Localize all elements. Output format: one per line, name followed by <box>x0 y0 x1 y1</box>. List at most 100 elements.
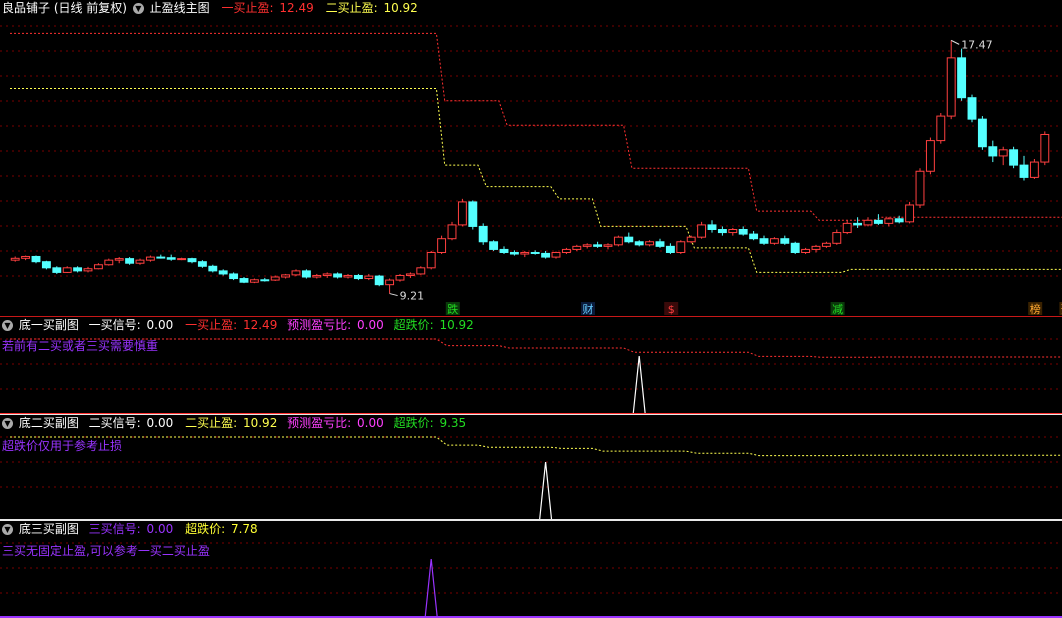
candle-body <box>83 268 93 272</box>
candle-body <box>665 245 675 253</box>
candle-body <box>905 204 915 223</box>
candle-body <box>884 218 894 224</box>
candle-body <box>197 261 207 267</box>
candle-body <box>21 255 31 259</box>
candle-body <box>769 238 779 244</box>
candle-body <box>977 118 987 148</box>
event-marker: 减 <box>832 303 843 316</box>
candle-body <box>686 236 696 243</box>
candle-body <box>967 97 977 120</box>
candle-body <box>1009 149 1019 166</box>
candle-body <box>842 222 852 234</box>
candle-body <box>634 241 644 246</box>
candle-body <box>676 241 686 253</box>
candle-body <box>863 219 873 226</box>
candle-body <box>530 251 540 254</box>
low-pointer <box>389 293 398 297</box>
candle-body <box>738 229 748 235</box>
take-profit-1-line <box>10 32 1062 221</box>
candle-body <box>312 274 322 278</box>
sub1-pane[interactable]: ▼ 底一买副图 一买信号: 0.00 一买止盈: 12.49 预测盈亏比: 0.… <box>0 317 1062 415</box>
candle-body <box>572 245 582 250</box>
candle-body <box>343 274 353 278</box>
candle-body <box>957 57 967 99</box>
high-price-label: 17.47 <box>961 38 993 51</box>
candle-body <box>166 257 176 260</box>
candle-body <box>114 258 124 261</box>
candle-body <box>426 251 436 269</box>
candle-body <box>717 229 727 234</box>
candle-body <box>707 224 717 231</box>
signal-spike <box>632 355 646 415</box>
candle-body <box>1019 164 1029 178</box>
event-marker: $ <box>668 303 675 316</box>
candle-body <box>749 233 759 240</box>
candle-body <box>405 273 415 276</box>
high-pointer <box>950 39 960 45</box>
candle-body <box>208 265 218 272</box>
candle-body <box>811 245 821 250</box>
candle-body <box>374 275 384 286</box>
stop-line <box>10 338 1062 358</box>
stop-line <box>10 436 1062 457</box>
candle-body <box>624 236 634 243</box>
main-chart-pane[interactable]: 良品铺子 (日线 前复权) ▼ 止盈线主图 一买止盈: 12.49 二买止盈: … <box>0 0 1062 316</box>
candle-body <box>249 279 259 283</box>
candle-body <box>697 224 707 238</box>
candle-body <box>62 267 72 273</box>
candle-body <box>135 259 145 264</box>
candle-body <box>853 222 863 226</box>
candle-body <box>582 244 592 247</box>
candle-body <box>541 252 551 258</box>
event-marker: 财 <box>583 302 594 316</box>
candle-body <box>145 256 155 261</box>
candle-body <box>946 57 956 117</box>
candle-body <box>801 248 811 253</box>
sub2-signal-chart[interactable] <box>0 415 1062 521</box>
candle-body <box>93 264 103 270</box>
candlestick-chart[interactable]: 17.479.21跌财$减榜预涨 <box>0 0 1062 316</box>
candle-body <box>322 273 332 276</box>
sub1-signal-chart[interactable] <box>0 317 1062 415</box>
candle-body <box>437 238 447 253</box>
candle-body <box>499 248 509 253</box>
candle-body <box>873 219 883 224</box>
candle-body <box>790 242 800 253</box>
candle-body <box>353 274 363 280</box>
signal-spike <box>539 461 553 521</box>
candle-body <box>447 224 457 240</box>
candle-body <box>478 225 488 243</box>
candle-body <box>73 267 83 272</box>
candle-body <box>655 241 665 247</box>
candle-body <box>613 236 623 246</box>
event-marker: 榜 <box>1030 302 1041 316</box>
low-price-label: 9.21 <box>400 290 425 303</box>
candle-body <box>333 273 343 278</box>
candle-body <box>125 258 135 264</box>
candle-body <box>52 267 62 273</box>
candle-body <box>239 278 249 283</box>
candle-body <box>728 229 738 234</box>
candle-body <box>364 275 374 280</box>
candle-body <box>520 251 530 255</box>
candle-body <box>759 238 769 244</box>
candle-body <box>156 256 166 259</box>
candle-body <box>489 241 499 250</box>
candle-body <box>1029 161 1039 178</box>
candle-body <box>41 261 51 269</box>
candle-body <box>925 140 935 172</box>
sub2-pane[interactable]: ▼ 底二买副图 二买信号: 0.00 二买止盈: 10.92 预测盈亏比: 0.… <box>0 415 1062 521</box>
candle-body <box>10 257 20 261</box>
candle-body <box>187 258 197 263</box>
candle-body <box>270 276 280 281</box>
candle-body <box>468 201 478 227</box>
candle-body <box>780 238 790 244</box>
candle-body <box>1040 133 1050 163</box>
sub3-pane[interactable]: ▼ 底三买副图 三买信号: 0.00 超跌价: 7.78 三买无固定止盈,可以参… <box>0 521 1062 618</box>
sub3-signal-chart[interactable] <box>0 521 1062 618</box>
candle-body <box>229 273 239 280</box>
candle-body <box>457 201 467 226</box>
candle-body <box>561 248 571 253</box>
candle-body <box>998 149 1008 157</box>
candle-body <box>821 242 831 247</box>
